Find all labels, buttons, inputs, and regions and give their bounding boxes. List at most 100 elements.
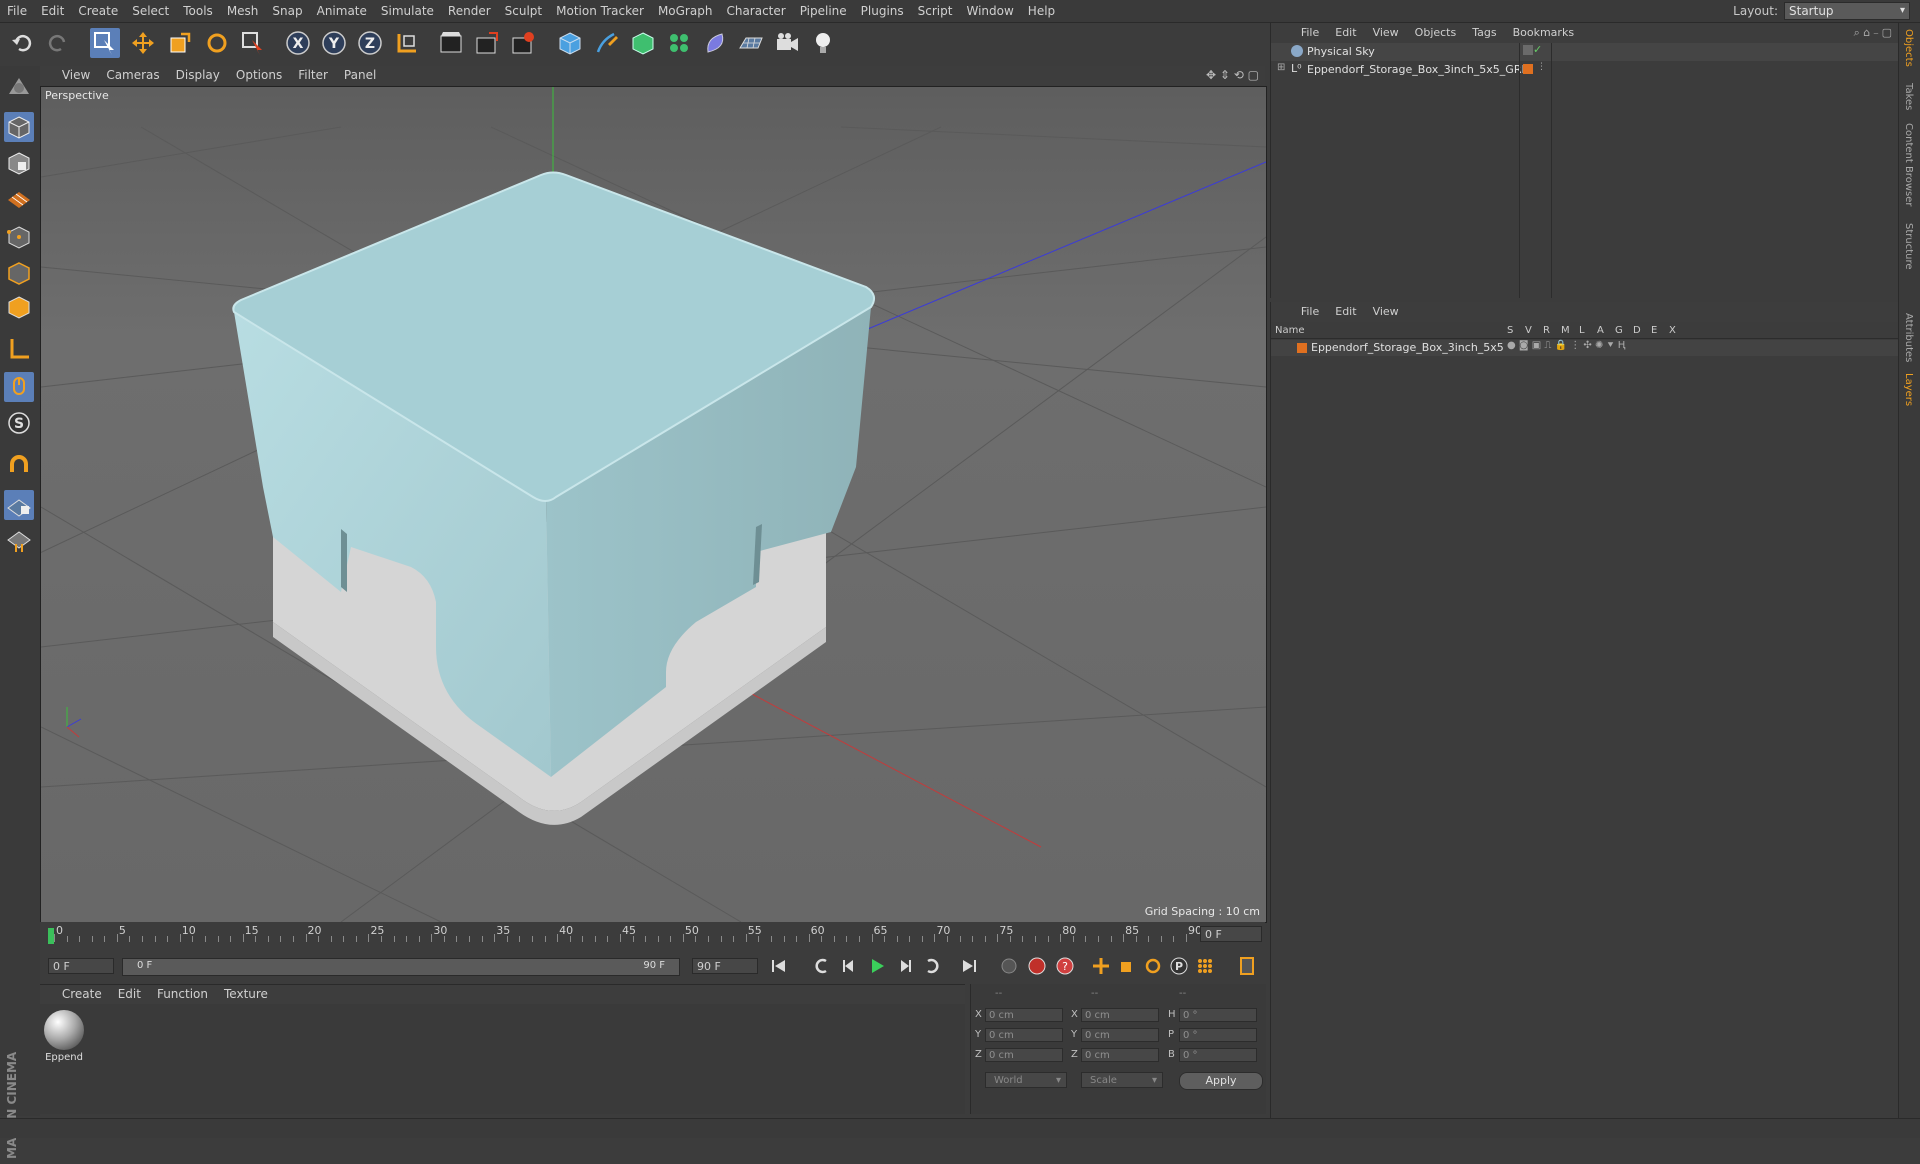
rotate-icon[interactable]	[202, 28, 232, 58]
material-menu-create[interactable]: Create	[54, 985, 110, 1004]
column-expressions[interactable]: E	[1651, 325, 1657, 336]
column-view[interactable]: V	[1525, 325, 1532, 336]
next-key-icon[interactable]	[922, 955, 944, 977]
side-tab-takes[interactable]: Takes	[1903, 83, 1914, 110]
timeline-window-icon[interactable]	[1236, 955, 1258, 977]
axis-mode-icon[interactable]	[4, 334, 34, 364]
layer-color-icon[interactable]	[1523, 64, 1533, 74]
rotation-b-field[interactable]: 0 °	[1179, 1048, 1257, 1062]
menu-mograph[interactable]: MoGraph	[651, 0, 720, 22]
z-axis-icon[interactable]: Z	[355, 28, 385, 58]
menu-window[interactable]: Window	[959, 0, 1020, 22]
side-tab-content-browser[interactable]: Content Browser	[1903, 123, 1914, 206]
3d-viewport[interactable]: Perspective Grid Spacing : 10 cm	[40, 86, 1267, 923]
menu-snap[interactable]: Snap	[265, 0, 309, 22]
autokey-icon[interactable]: ?	[1054, 955, 1076, 977]
size-y-field[interactable]: 0 cm	[1081, 1028, 1159, 1042]
column-generators[interactable]: G	[1615, 325, 1623, 336]
viewport-menu-view[interactable]: View	[54, 66, 98, 85]
light-icon[interactable]	[808, 28, 838, 58]
coordinate-mode-dropdown[interactable]: World ▾	[985, 1072, 1067, 1088]
column-manager[interactable]: M	[1561, 325, 1570, 336]
menu-tools[interactable]: Tools	[176, 0, 220, 22]
side-tab-attributes[interactable]: Attributes	[1903, 313, 1914, 362]
material-menu-edit[interactable]: Edit	[110, 985, 149, 1004]
deformer-icon[interactable]	[700, 28, 730, 58]
viewport-menu-options[interactable]: Options	[228, 66, 290, 85]
side-tab-layers[interactable]: Layers	[1903, 373, 1914, 406]
layer-menu-file[interactable]: File	[1293, 302, 1327, 322]
object-row[interactable]: Physical Sky ✓	[1271, 43, 1898, 61]
menu-animate[interactable]: Animate	[310, 0, 374, 22]
make-editable-icon[interactable]	[4, 72, 34, 102]
points-mode-icon[interactable]	[4, 222, 34, 252]
record-keys-icon[interactable]	[1026, 955, 1048, 977]
go-to-end-icon[interactable]	[958, 955, 980, 977]
polygons-mode-icon[interactable]	[4, 292, 34, 322]
snap-icon[interactable]: S	[4, 408, 34, 438]
menu-edit[interactable]: Edit	[34, 0, 71, 22]
layer-toggle-icons[interactable]: ● ◙ ▣ ⎍ 🔒 ⋮ ✣ ✺ ⯆ Ⱨ	[1507, 340, 1625, 351]
viewport-nav-icons[interactable]: ✥ ⇕ ⟲ ▢	[1206, 68, 1259, 82]
menu-script[interactable]: Script	[911, 0, 960, 22]
side-tab-objects[interactable]: Objects	[1903, 29, 1914, 67]
previous-key-icon[interactable]	[810, 955, 832, 977]
expand-icon[interactable]: ⊞	[1277, 62, 1285, 73]
frame-range-slider[interactable]: 0 F 90 F	[122, 958, 680, 976]
column-xrefs[interactable]: X	[1669, 325, 1676, 336]
current-frame-field[interactable]: 0 F	[1200, 926, 1262, 942]
menu-mesh[interactable]: Mesh	[220, 0, 266, 22]
redo-icon[interactable]	[42, 28, 72, 58]
next-frame-icon[interactable]	[894, 955, 916, 977]
column-name[interactable]: Name	[1275, 325, 1305, 336]
previous-frame-icon[interactable]	[838, 955, 860, 977]
floor-icon[interactable]	[736, 28, 766, 58]
menu-render[interactable]: Render	[441, 0, 498, 22]
viewport-menu-panel[interactable]: Panel	[336, 66, 384, 85]
motion-record-icon[interactable]	[998, 955, 1020, 977]
move-icon[interactable]	[128, 28, 158, 58]
object-menu-objects[interactable]: Objects	[1407, 23, 1465, 43]
menu-file[interactable]: File	[0, 0, 34, 22]
menu-simulate[interactable]: Simulate	[374, 0, 441, 22]
object-menu-view[interactable]: View	[1365, 23, 1407, 43]
menu-motion-tracker[interactable]: Motion Tracker	[549, 0, 651, 22]
menu-plugins[interactable]: Plugins	[854, 0, 911, 22]
go-to-start-icon[interactable]	[768, 955, 790, 977]
key-position-icon[interactable]	[1090, 955, 1112, 977]
subdivision-icon[interactable]	[628, 28, 658, 58]
undo-icon[interactable]	[8, 28, 38, 58]
column-locked[interactable]: L	[1579, 325, 1585, 336]
visibility-dots-icon[interactable]: ⋮	[1537, 62, 1546, 72]
render-settings-icon[interactable]	[508, 28, 538, 58]
enabled-check-icon[interactable]: ✓	[1533, 43, 1542, 56]
layout-dropdown[interactable]: Startup	[1784, 2, 1910, 20]
position-z-field[interactable]: 0 cm	[985, 1048, 1063, 1062]
y-axis-icon[interactable]: Y	[319, 28, 349, 58]
object-menu-file[interactable]: File	[1293, 23, 1327, 43]
object-menu-bookmarks[interactable]: Bookmarks	[1505, 23, 1582, 43]
rotation-p-field[interactable]: 0 °	[1179, 1028, 1257, 1042]
material-item[interactable]: Eppend	[42, 1008, 86, 1068]
menu-select[interactable]: Select	[125, 0, 176, 22]
layer-menu-view[interactable]: View	[1365, 302, 1407, 322]
size-mode-dropdown[interactable]: Scale ▾	[1081, 1072, 1163, 1088]
column-solo[interactable]: S	[1507, 325, 1513, 336]
model-mode-icon[interactable]	[4, 112, 34, 142]
side-tab-structure[interactable]: Structure	[1903, 223, 1914, 270]
locked-workplane-icon[interactable]	[4, 490, 34, 520]
edges-mode-icon[interactable]	[4, 258, 34, 288]
key-rotation-icon[interactable]	[1142, 955, 1164, 977]
viewport-menu-filter[interactable]: Filter	[290, 66, 336, 85]
start-frame-field[interactable]: 0 F	[48, 958, 114, 974]
key-parameter-icon[interactable]: P	[1168, 955, 1190, 977]
size-z-field[interactable]: 0 cm	[1081, 1048, 1159, 1062]
material-menu-function[interactable]: Function	[149, 985, 216, 1004]
viewport-menu-cameras[interactable]: Cameras	[98, 66, 167, 85]
position-x-field[interactable]: 0 cm	[985, 1008, 1063, 1022]
object-manager-tools[interactable]: ⌕ ⌂ ⎯ ▢	[1854, 26, 1892, 40]
planar-workplane-icon[interactable]	[4, 526, 34, 556]
material-menu-texture[interactable]: Texture	[216, 985, 276, 1004]
column-animation[interactable]: A	[1597, 325, 1604, 336]
menu-help[interactable]: Help	[1021, 0, 1062, 22]
